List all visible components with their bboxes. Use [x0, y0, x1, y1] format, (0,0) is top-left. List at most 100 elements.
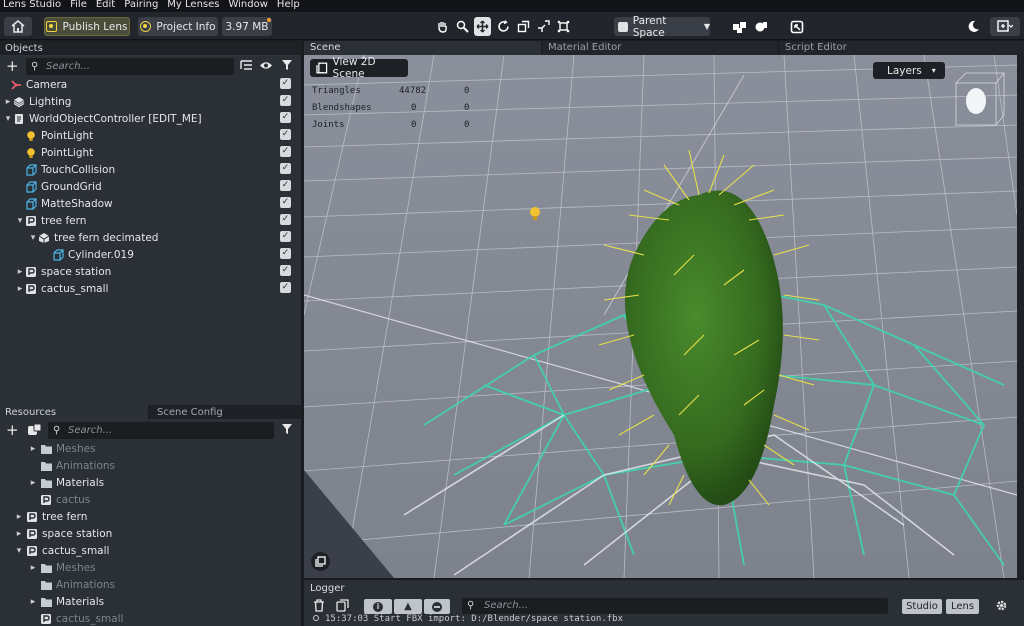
pivot-tool-button[interactable]: [555, 17, 571, 36]
resource-tree-item[interactable]: ▸ Materials: [0, 593, 301, 610]
tab-scene-config[interactable]: Scene Config: [149, 405, 301, 420]
preview-button[interactable]: [788, 17, 806, 36]
resource-tree-item[interactable]: ▸ tree fern: [0, 508, 301, 525]
chevron-right-icon[interactable]: ▸: [28, 478, 38, 488]
visibility-checkbox[interactable]: ✓: [280, 180, 291, 191]
resource-tree-item[interactable]: cactus: [0, 491, 301, 508]
chevron-right-icon[interactable]: ▸: [28, 597, 38, 607]
chevron-right-icon[interactable]: ▸: [15, 284, 25, 294]
publish-lens-button[interactable]: Publish Lens: [44, 17, 130, 36]
tab-script-editor[interactable]: Script Editor: [779, 41, 1024, 55]
chevron-down-icon[interactable]: ▾: [28, 233, 38, 243]
layers-dropdown[interactable]: Layers ▾: [873, 62, 945, 79]
object-tree-item[interactable]: MatteShadow ✓: [0, 195, 301, 212]
resources-filter-icon[interactable]: [281, 423, 293, 435]
warning-filter-button[interactable]: ▲: [394, 599, 422, 614]
resource-tree-item[interactable]: cactus_small: [0, 610, 301, 626]
object-tree-item[interactable]: ▾ tree fern ✓: [0, 212, 301, 229]
tab-resources[interactable]: Resources: [0, 405, 148, 420]
resources-search-input[interactable]: ⚲ Search...: [48, 422, 274, 439]
visibility-checkbox[interactable]: ✓: [280, 95, 291, 106]
lens-filter-button[interactable]: Lens: [946, 599, 979, 614]
info-filter-button[interactable]: i: [364, 599, 392, 614]
home-button[interactable]: [4, 17, 32, 36]
zoom-tool-button[interactable]: [454, 17, 470, 36]
chevron-down-icon[interactable]: ▾: [14, 546, 24, 556]
list-options-icon[interactable]: [240, 59, 253, 72]
rect-tool-button[interactable]: [535, 17, 551, 36]
visibility-checkbox[interactable]: ✓: [280, 129, 291, 140]
trash-icon[interactable]: [313, 599, 325, 612]
viewport-options-button[interactable]: [311, 552, 330, 571]
add-resource-plus-icon[interactable]: +: [6, 421, 19, 439]
resource-tree-item[interactable]: ▸ Meshes: [0, 440, 301, 457]
chevron-right-icon[interactable]: ▸: [28, 563, 38, 573]
visibility-checkbox[interactable]: ✓: [280, 248, 291, 259]
move-tool-button[interactable]: [474, 17, 491, 36]
scale-tool-button[interactable]: [515, 17, 531, 36]
chevron-right-icon[interactable]: ▸: [3, 97, 13, 107]
chevron-down-icon[interactable]: ▾: [3, 114, 13, 124]
menu-lens-studio[interactable]: Lens Studio: [3, 0, 61, 12]
resource-tree-item[interactable]: ▸ space station: [0, 525, 301, 542]
visibility-checkbox[interactable]: ✓: [280, 112, 291, 123]
view-2d-scene-button[interactable]: View 2D Scene: [310, 56, 408, 80]
menu-my-lenses[interactable]: My Lenses: [167, 0, 219, 12]
object-tree-item[interactable]: Cylinder.019 ✓: [0, 246, 301, 263]
visibility-checkbox[interactable]: ✓: [280, 78, 291, 89]
lens-size-badge[interactable]: 3.97 MB: [222, 17, 272, 36]
visibility-eye-icon[interactable]: [259, 59, 273, 72]
object-tree-item[interactable]: ▾ tree fern decimated ✓: [0, 229, 301, 246]
project-info-button[interactable]: Project Info: [138, 17, 218, 36]
parent-space-dropdown[interactable]: Parent Space ▼: [614, 15, 710, 39]
layout-dropdown[interactable]: [990, 17, 1020, 36]
chevron-right-icon[interactable]: ▸: [28, 444, 38, 454]
visibility-checkbox[interactable]: ✓: [280, 197, 291, 208]
resource-tree-item[interactable]: ▸ Materials: [0, 474, 301, 491]
resource-tree-item[interactable]: Animations: [0, 457, 301, 474]
resource-tree-item[interactable]: Animations: [0, 576, 301, 593]
object-tree-item[interactable]: ▾ WorldObjectController [EDIT_ME] ✓: [0, 110, 301, 127]
object-tree-item[interactable]: ▸ space station ✓: [0, 263, 301, 280]
object-tree-item[interactable]: ▸ Lighting ✓: [0, 93, 301, 110]
lens-button[interactable]: [752, 17, 770, 36]
chevron-right-icon[interactable]: ▸: [14, 529, 24, 539]
hand-tool-button[interactable]: [434, 17, 450, 36]
import-library-icon[interactable]: [27, 423, 43, 437]
menu-edit[interactable]: Edit: [96, 0, 115, 12]
studio-filter-button[interactable]: Studio: [902, 599, 942, 614]
object-tree-item[interactable]: TouchCollision ✓: [0, 161, 301, 178]
menu-pairing[interactable]: Pairing: [124, 0, 158, 12]
visibility-checkbox[interactable]: ✓: [280, 282, 291, 293]
object-tree-item[interactable]: Camera ✓: [0, 76, 301, 93]
tab-material-editor[interactable]: Material Editor: [542, 41, 778, 55]
object-tree-item[interactable]: PointLight ✓: [0, 144, 301, 161]
rotate-tool-button[interactable]: [495, 17, 511, 36]
visibility-checkbox[interactable]: ✓: [280, 214, 291, 225]
add-object-button[interactable]: [730, 17, 748, 36]
logger-settings-gear-icon[interactable]: [995, 599, 1008, 612]
chevron-down-icon[interactable]: ▾: [15, 216, 25, 226]
visibility-checkbox[interactable]: ✓: [280, 146, 291, 157]
object-tree-item[interactable]: ▸ cactus_small ✓: [0, 280, 301, 297]
objects-search-input[interactable]: ⚲ Search...: [26, 58, 234, 75]
filter-icon[interactable]: [281, 59, 293, 71]
menu-window[interactable]: Window: [228, 0, 267, 12]
visibility-checkbox[interactable]: ✓: [280, 265, 291, 276]
scene-viewport[interactable]: Triangles 44782 0 Blendshapes 0 0 Joints…: [304, 55, 1017, 578]
logger-search-input[interactable]: ⚲ Search...: [462, 598, 888, 614]
clear-copy-icon[interactable]: [336, 599, 350, 612]
chevron-right-icon[interactable]: ▸: [15, 267, 25, 277]
chevron-right-icon[interactable]: ▸: [14, 512, 24, 522]
object-tree-item[interactable]: PointLight ✓: [0, 127, 301, 144]
log-entry[interactable]: 15:37:03 Start FBX import: D:/Blender/sp…: [313, 614, 623, 626]
menu-file[interactable]: File: [70, 0, 87, 12]
error-filter-button[interactable]: [424, 599, 450, 614]
add-object-plus-icon[interactable]: +: [6, 57, 19, 75]
theme-toggle-button[interactable]: [964, 17, 982, 36]
resource-tree-item[interactable]: ▾ cactus_small: [0, 542, 301, 559]
object-tree-item[interactable]: GroundGrid ✓: [0, 178, 301, 195]
visibility-checkbox[interactable]: ✓: [280, 163, 291, 174]
menu-help[interactable]: Help: [277, 0, 300, 12]
visibility-checkbox[interactable]: ✓: [280, 231, 291, 242]
